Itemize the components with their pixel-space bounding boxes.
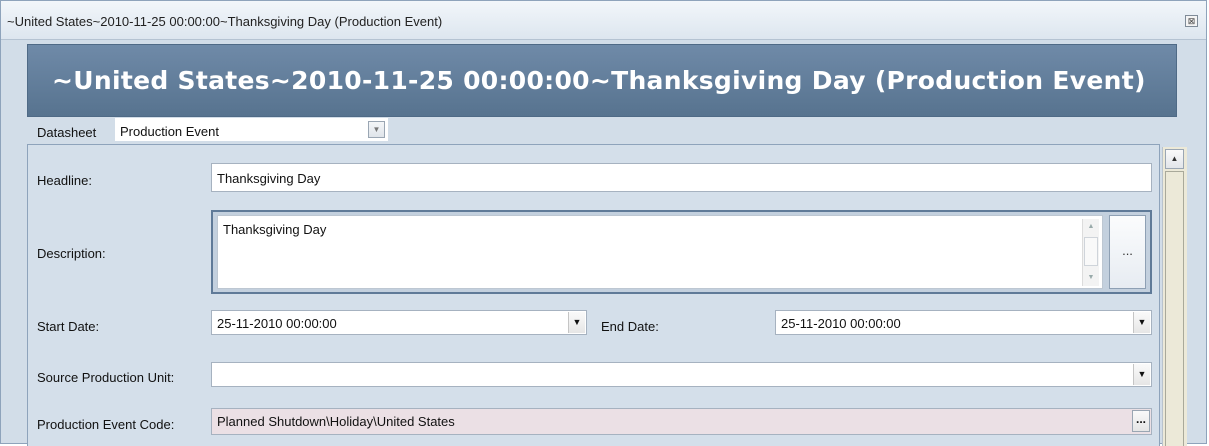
scroll-up-icon[interactable]: ▲: [1165, 149, 1184, 169]
end-date-picker[interactable]: 25-11-2010 00:00:00 ▼: [775, 310, 1152, 335]
description-field: Thanksgiving Day ▲ ▼ ...: [211, 210, 1152, 294]
chevron-down-icon[interactable]: ▼: [1133, 312, 1150, 333]
close-icon[interactable]: ⊠: [1185, 15, 1198, 27]
chevron-down-icon[interactable]: ▼: [568, 312, 585, 333]
description-more-button[interactable]: ...: [1109, 215, 1146, 289]
scrollbar-thumb[interactable]: [1165, 171, 1184, 446]
headline-label: Headline:: [37, 173, 92, 188]
start-date-picker[interactable]: 25-11-2010 00:00:00 ▼: [211, 310, 587, 335]
production-event-code-value: Planned Shutdown\Holiday\United States: [217, 414, 455, 429]
start-date-label: Start Date:: [37, 319, 100, 334]
description-value: Thanksgiving Day: [223, 222, 327, 237]
headline-input[interactable]: Thanksgiving Day: [211, 163, 1152, 192]
datasheet-label: Datasheet: [37, 125, 97, 140]
window-title: ~United States~2010-11-25 00:00:00~Thank…: [7, 14, 443, 29]
chevron-down-icon[interactable]: ▼: [1133, 364, 1150, 385]
headline-value: Thanksgiving Day: [217, 171, 321, 186]
production-event-code-label: Production Event Code:: [37, 417, 175, 432]
record-banner: ~United States~2010-11-25 00:00:00~Thank…: [27, 44, 1177, 117]
title-bar: ~United States~2010-11-25 00:00:00~Thank…: [1, 1, 1206, 40]
chevron-down-icon[interactable]: ▼: [368, 121, 385, 138]
datasheet-select-value: Production Event: [120, 124, 220, 139]
record-title: ~United States~2010-11-25 00:00:00~Thank…: [52, 66, 1146, 95]
production-event-code-more-button[interactable]: ...: [1132, 410, 1150, 432]
datasheet-select[interactable]: Production Event ▼: [115, 118, 388, 141]
description-scroll-thumb[interactable]: [1084, 237, 1098, 266]
end-date-label: End Date:: [601, 319, 659, 334]
scroll-down-icon[interactable]: ▼: [1083, 270, 1099, 286]
panel-scrollbar[interactable]: ▲: [1162, 147, 1187, 446]
end-date-value: 25-11-2010 00:00:00: [781, 316, 901, 331]
source-production-unit-select[interactable]: ▼: [211, 362, 1152, 387]
scroll-up-icon[interactable]: ▲: [1083, 219, 1099, 235]
description-textarea[interactable]: Thanksgiving Day ▲ ▼: [217, 215, 1103, 289]
source-production-unit-label: Source Production Unit:: [37, 370, 175, 385]
description-scrollbar[interactable]: ▲ ▼: [1082, 219, 1099, 286]
production-event-code-field[interactable]: Planned Shutdown\Holiday\United States .…: [211, 408, 1152, 435]
production-event-window: ~United States~2010-11-25 00:00:00~Thank…: [0, 0, 1207, 446]
start-date-value: 25-11-2010 00:00:00: [217, 316, 337, 331]
description-label: Description:: [37, 246, 106, 261]
